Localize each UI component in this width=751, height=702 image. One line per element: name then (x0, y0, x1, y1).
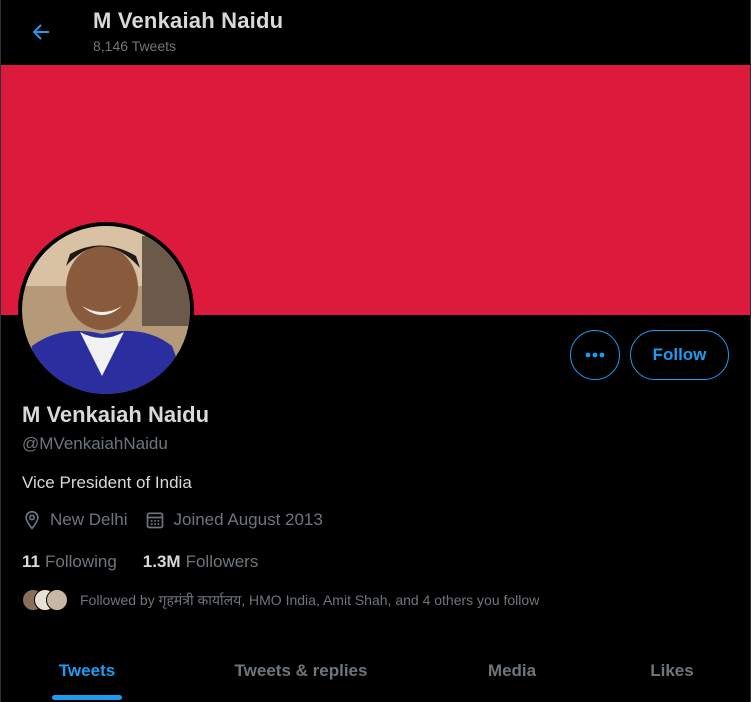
followers-value: 1.3M (142, 552, 181, 571)
followers-label: Followers (185, 552, 259, 571)
active-tab-indicator (52, 695, 122, 700)
following-label: Following (44, 552, 117, 571)
tab-media[interactable]: Media (462, 640, 562, 702)
location: New Delhi (22, 510, 127, 530)
more-button[interactable] (570, 330, 620, 380)
header-title: M Venkaiah Naidu (93, 8, 284, 33)
profile-bio: Vice President of India (22, 473, 192, 492)
followed-by[interactable]: Followed by गृहमंत्री कार्यालय, HMO Indi… (22, 589, 539, 611)
following-value: 11 (22, 552, 40, 571)
followed-by-text: Followed by गृहमंत्री कार्यालय, HMO Indi… (80, 591, 540, 608)
back-button[interactable] (24, 15, 58, 49)
profile-name: M Venkaiah Naidu (22, 402, 210, 427)
tweet-count: 8,146 Tweets (93, 38, 177, 54)
location-pin-icon (25, 510, 39, 530)
more-horizontal-icon (585, 352, 605, 358)
location-text: New Delhi (50, 510, 128, 529)
profile-header: M Venkaiah Naidu 8,146 Tweets (0, 0, 751, 65)
avatar[interactable] (18, 222, 194, 398)
following-count[interactable]: 11 Following (22, 552, 117, 572)
profile-meta: New Delhi Joined August 2013 (22, 510, 341, 530)
avatar-photo (22, 226, 190, 394)
followers-count[interactable]: 1.3M Followers (143, 552, 259, 572)
followed-by-avatars (22, 589, 72, 611)
profile-handle: @MVenkaiahNaidu (22, 434, 168, 453)
calendar-icon (147, 512, 164, 529)
follow-button[interactable]: Follow (630, 330, 729, 380)
join-date: Joined August 2013 (145, 510, 323, 530)
tab-tweets[interactable]: Tweets (22, 640, 152, 702)
arrow-left-icon (32, 24, 49, 40)
follow-counts: 11 Following 1.3M Followers (22, 552, 284, 572)
join-date-text: Joined August 2013 (173, 510, 323, 529)
tab-likes[interactable]: Likes (632, 640, 712, 702)
follower-avatar (46, 589, 68, 611)
profile-tabs: Tweets Tweets & replies Media Likes (0, 640, 751, 702)
tab-tweets-replies[interactable]: Tweets & replies (206, 640, 396, 702)
